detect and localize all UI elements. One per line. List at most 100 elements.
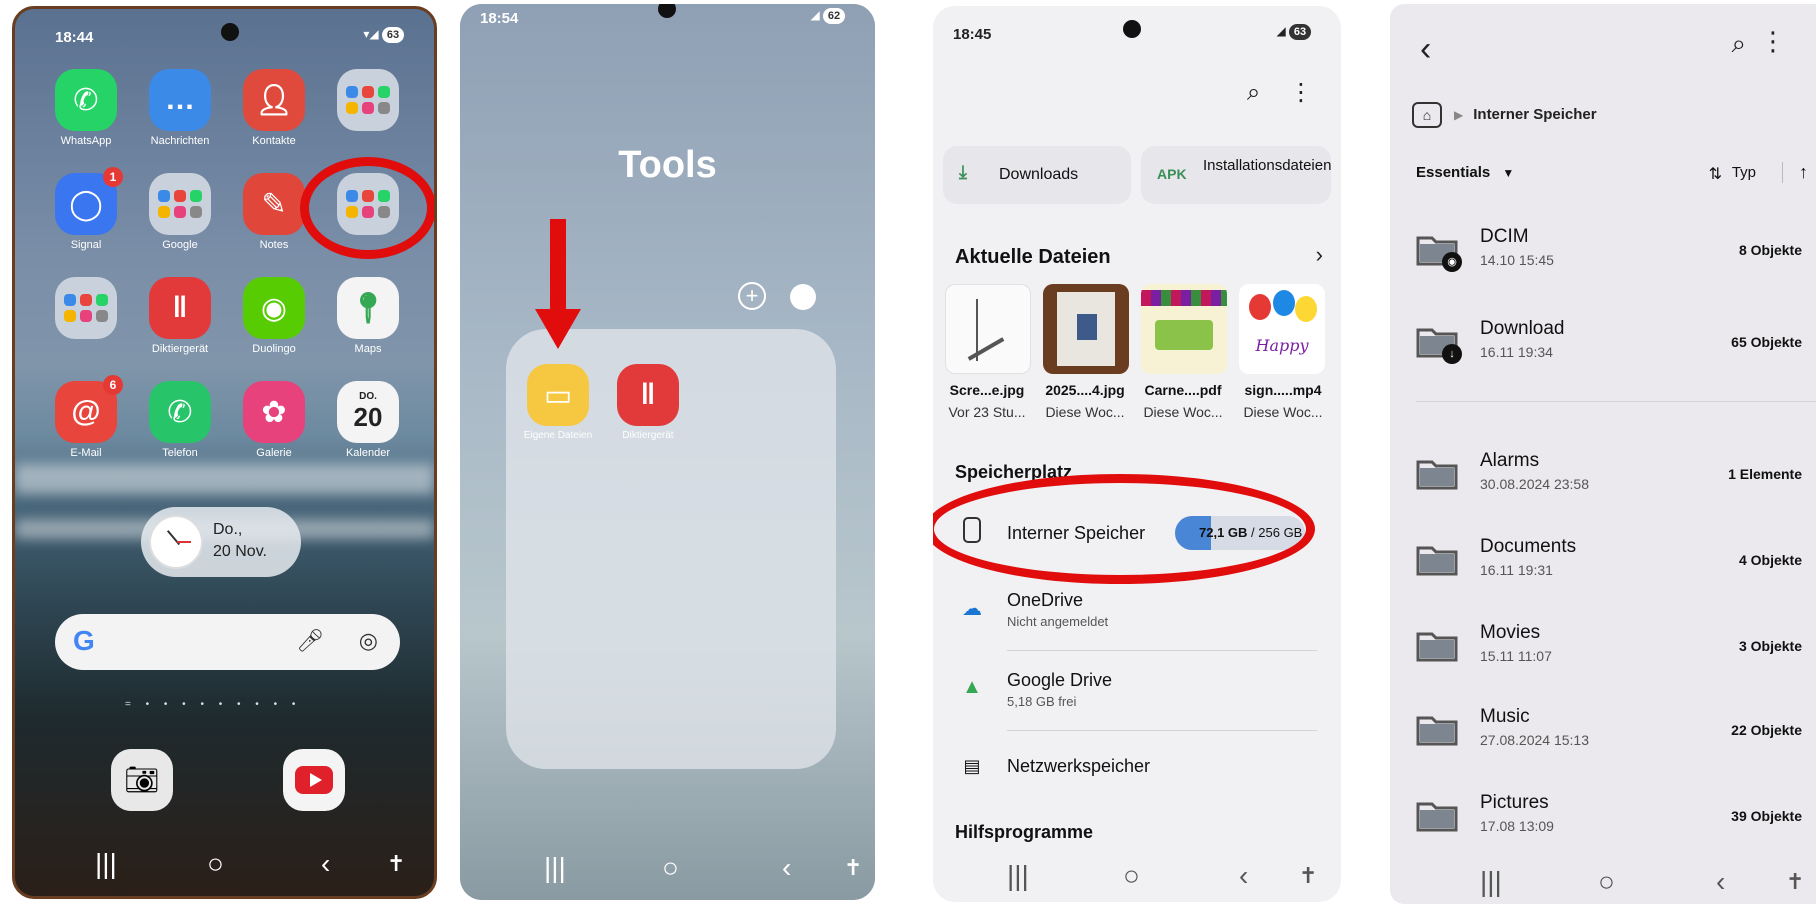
google-drive-row[interactable]: ▲ Google Drive 5,18 GB frei — [955, 662, 1319, 722]
my-files-icon: ▭ — [527, 364, 589, 426]
app-label: Maps — [354, 343, 382, 355]
folder-row[interactable]: Music 27.08.2024 15:13 22 Objekte — [1416, 704, 1816, 764]
folder-row[interactable]: Movies 15.11 11:07 3 Objekte — [1416, 620, 1816, 680]
recent-apps-button[interactable]: ||| — [1480, 864, 1502, 900]
breadcrumb: ⌂ ▶ Interner Speicher — [1412, 102, 1597, 128]
home-button[interactable]: ○ — [1598, 864, 1615, 900]
folder-icon — [55, 277, 117, 339]
app-whatsapp[interactable]: ✆ WhatsApp — [43, 69, 129, 147]
accessibility-icon[interactable]: ✝ — [387, 846, 405, 882]
analog-clock-icon — [149, 515, 203, 569]
app-contacts[interactable]: 👤︎ Kontakte — [231, 69, 317, 147]
clock-day: Do., — [213, 521, 243, 538]
recent-apps-button[interactable]: ||| — [95, 846, 117, 882]
back-button[interactable]: ‹ — [1239, 858, 1248, 894]
onedrive-status: Nicht angemeldet — [1007, 614, 1109, 629]
folder-title[interactable]: Tools — [460, 144, 875, 187]
app-folder[interactable]: Google — [137, 173, 223, 251]
messages-icon: … — [149, 69, 211, 131]
navigation-bar: ||| ○ ‹ ✝ — [933, 858, 1341, 894]
sort-direction-icon[interactable]: ↑ — [1782, 162, 1808, 183]
voice-recorder-icon: ‖ — [617, 364, 679, 426]
folder-row[interactable]: ↓ Download 16.11 19:34 65 Objekte — [1416, 316, 1816, 376]
sort-icon[interactable]: ⇅ — [1709, 164, 1722, 184]
folder-row[interactable]: Pictures 17.08 13:09 39 Objekte — [1416, 790, 1816, 850]
app-my-files[interactable]: ▭ Eigene Dateien — [515, 364, 601, 441]
search-icon[interactable]: ⌕ — [1247, 79, 1260, 106]
search-icon[interactable]: ⌕ — [1731, 28, 1746, 60]
notification-badge: 6 — [103, 375, 123, 395]
recent-thumb-video[interactable]: Happy — [1239, 284, 1325, 374]
onedrive-row[interactable]: ☁ OneDrive Nicht angemeldet — [955, 582, 1319, 642]
duolingo-icon: ◉ — [243, 277, 305, 339]
downloads-shortcut[interactable]: ⤓ Downloads — [943, 146, 1131, 204]
tools-title: Hilfsprogramme — [955, 822, 1094, 842]
highlight-circle — [300, 157, 434, 259]
filter-dropdown[interactable]: Essentials — [1416, 164, 1490, 181]
breadcrumb-current[interactable]: Interner Speicher — [1473, 106, 1596, 123]
clock-widget[interactable]: Do., 20 Nov. — [141, 507, 301, 577]
home-button[interactable]: ○ — [207, 846, 224, 882]
recent-files-title[interactable]: Aktuelle Dateien — [955, 246, 1111, 269]
recent-file-name: 2025....4.jpg — [1045, 382, 1125, 398]
app-messages[interactable]: … Nachrichten — [137, 69, 223, 147]
accessibility-icon[interactable]: ✝ — [1786, 864, 1804, 900]
recent-file-date: Diese Woc... — [1243, 404, 1323, 420]
app-gallery[interactable]: ✿ Galerie — [231, 381, 317, 459]
folder-row[interactable]: Alarms 30.08.2024 23:58 1 Elemente — [1416, 448, 1816, 508]
app-phone[interactable]: ✆ Telefon — [137, 381, 223, 459]
microphone-icon[interactable]: 🎤︎ — [296, 628, 324, 654]
app-duolingo[interactable]: ◉ Duolingo — [231, 277, 317, 355]
recent-apps-button[interactable]: ||| — [544, 850, 566, 886]
back-button[interactable]: ‹ — [321, 846, 330, 882]
more-options-icon[interactable]: ⋮ — [1760, 26, 1786, 57]
accessibility-icon[interactable]: ✝ — [844, 850, 862, 886]
sort-type[interactable]: Typ — [1732, 164, 1756, 181]
home-button[interactable]: ○ — [662, 850, 679, 886]
folder-name: Download — [1480, 318, 1565, 339]
home-button[interactable]: ○ — [1123, 858, 1140, 894]
network-storage-row[interactable]: ▤ Netzwerkspeicher — [955, 742, 1319, 802]
chevron-right-icon[interactable]: › — [1316, 242, 1323, 268]
camera-app-icon[interactable]: 📷︎ — [111, 749, 173, 811]
folder-date: 16.11 19:31 — [1480, 562, 1553, 578]
status-time: 18:44 — [55, 29, 94, 46]
back-button[interactable]: ‹ — [782, 850, 791, 886]
app-label: Telefon — [162, 447, 198, 459]
folder-item-count: 3 Objekte — [1738, 638, 1802, 654]
recent-thumb-pdf[interactable] — [1141, 284, 1227, 374]
navigation-bar: ||| ○ ‹ ✝ — [460, 850, 875, 886]
recent-apps-button[interactable]: ||| — [1007, 858, 1029, 894]
app-voice-recorder[interactable]: ‖ Diktiergerät — [137, 277, 223, 355]
folder-row[interactable]: Documents 16.11 19:31 4 Objekte — [1416, 534, 1816, 594]
status-time: 18:45 — [953, 26, 992, 43]
recent-thumb-screenshot[interactable] — [945, 284, 1031, 374]
download-icon: ⤓ — [959, 162, 967, 182]
app-maps[interactable]: 📍︎ Maps — [325, 277, 411, 355]
more-options-icon[interactable]: ⋮ — [1289, 79, 1313, 106]
app-label: Galerie — [256, 447, 292, 459]
back-arrow-icon[interactable]: ‹ — [1420, 30, 1431, 69]
youtube-app-icon[interactable] — [283, 749, 345, 811]
accessibility-icon[interactable]: ✝ — [1299, 858, 1317, 894]
app-label: Diktiergerät — [151, 343, 209, 355]
app-calendar[interactable]: DO. 20 Kalender — [325, 381, 411, 459]
app-signal[interactable]: ◯ 1 Signal — [43, 167, 129, 251]
apk-shortcut[interactable]: APK Installationsdateien — [1141, 146, 1331, 204]
add-app-icon[interactable]: + — [738, 282, 766, 310]
recent-file-name: Scre...e.jpg — [949, 382, 1025, 398]
app-folder[interactable] — [325, 69, 411, 135]
app-label: E-Mail — [70, 447, 102, 459]
app-voice-recorder[interactable]: ‖ Diktiergerät — [605, 364, 691, 441]
folder-row[interactable]: ◉ DCIM 14.10 15:45 8 Objekte — [1416, 224, 1816, 284]
phone-icon: ✆ — [149, 381, 211, 443]
recent-thumb-photo[interactable] — [1043, 284, 1129, 374]
google-lens-icon[interactable]: ◎ — [359, 628, 378, 654]
google-search-bar[interactable]: G 🎤︎ ◎ — [55, 614, 400, 670]
folder-color-button[interactable] — [790, 284, 816, 310]
app-email[interactable]: @6 E-Mail — [43, 375, 129, 459]
home-icon[interactable]: ⌂ — [1412, 102, 1442, 128]
app-folder[interactable] — [43, 277, 129, 343]
chevron-down-icon[interactable]: ▼ — [1502, 166, 1514, 180]
back-button[interactable]: ‹ — [1716, 864, 1725, 900]
